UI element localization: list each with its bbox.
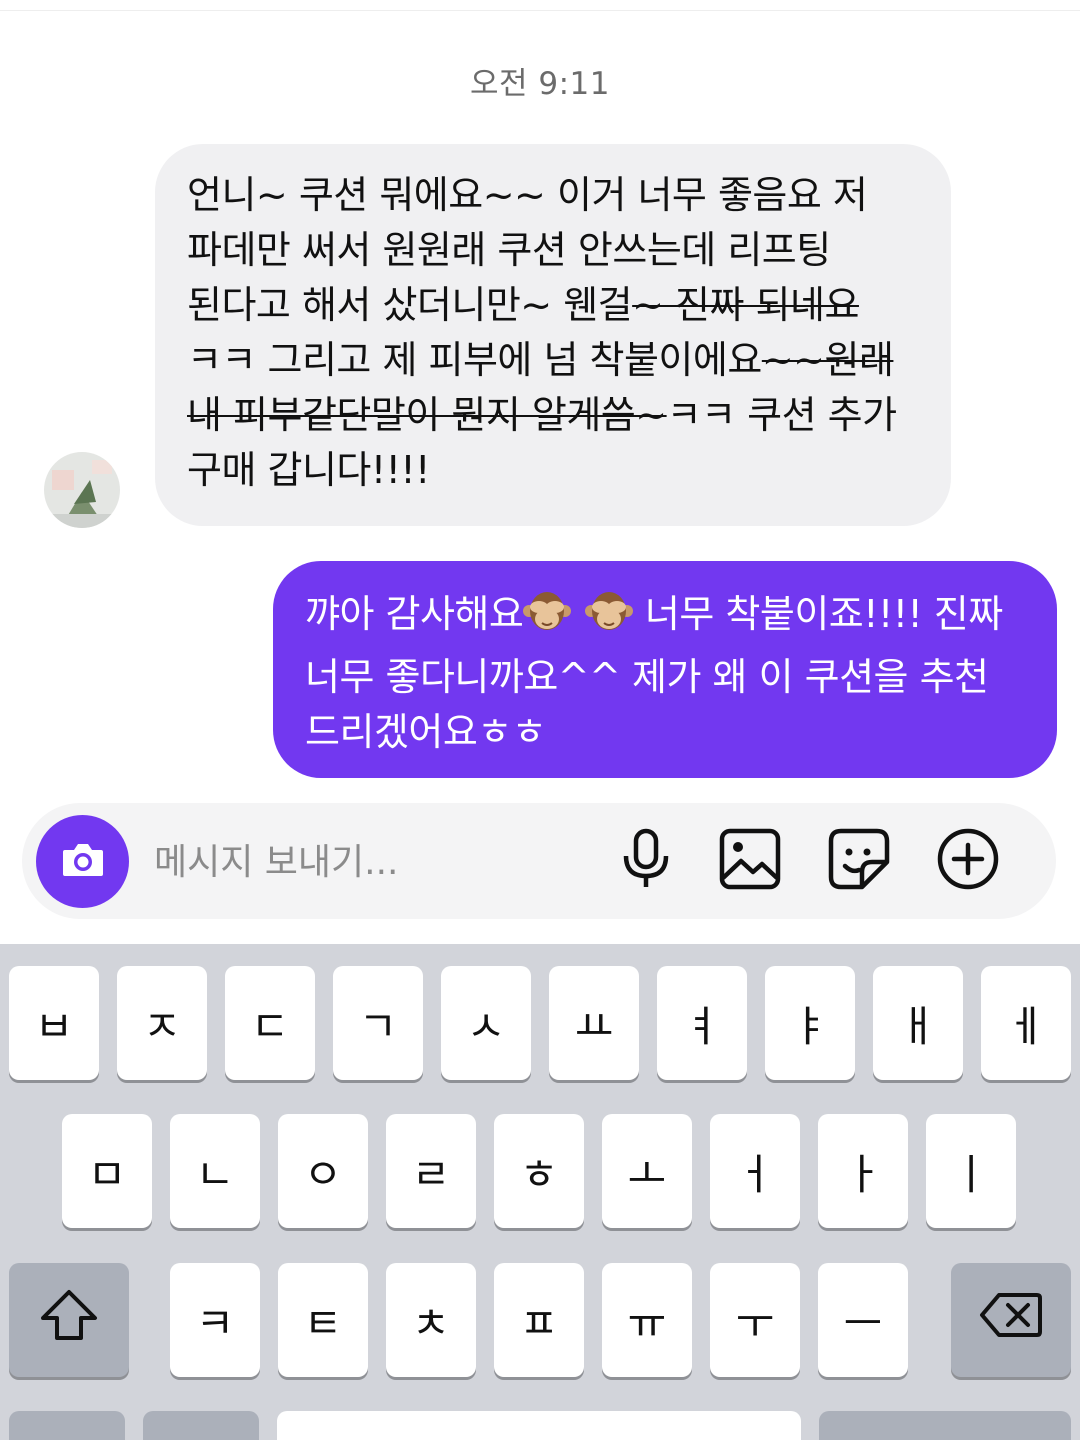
key[interactable]: ㅍ [494,1263,584,1377]
key[interactable]: ㅂ [9,966,99,1080]
sticker-icon [828,828,890,894]
key[interactable]: ㅣ [926,1114,1016,1228]
key[interactable]: ㅑ [765,966,855,1080]
status-bar-edge [0,0,1080,11]
shift-key[interactable] [9,1263,129,1377]
backspace-key[interactable] [951,1263,1071,1377]
see-no-evil-monkey-icon [585,589,634,650]
key[interactable]: ㅔ [981,966,1071,1080]
message-input[interactable] [152,831,596,893]
key[interactable]: ㄴ [170,1114,260,1228]
incoming-message-bubble[interactable]: 언니~ 쿠션 뭐에요~~ 이거 너무 좋음요 저 파데만 써서 원원래 쿠션 안… [155,144,951,526]
more-options-button[interactable] [934,827,1002,895]
key[interactable]: ㅎ [494,1114,584,1228]
key[interactable]: ㅏ [818,1114,908,1228]
gallery-button[interactable] [716,827,784,895]
sticker-button[interactable] [825,827,893,895]
outgoing-message-text: 꺄아 감사해요 너무 착붙이죠!!!! 진짜 너무 좋다니까요^^ 제가 왜 이… [305,587,1031,760]
image-icon [719,828,781,894]
key[interactable]: ㅅ [441,966,531,1080]
see-no-evil-monkey-icon [523,589,572,650]
backspace-icon [979,1291,1043,1349]
incoming-message-text: 언니~ 쿠션 뭐에요~~ 이거 너무 좋음요 저 파데만 써서 원원래 쿠션 안… [187,173,897,492]
key[interactable]: ㄹ [386,1114,476,1228]
key[interactable]: ㅗ [602,1114,692,1228]
outgoing-message-bubble[interactable]: 꺄아 감사해요 너무 착붙이죠!!!! 진짜 너무 좋다니까요^^ 제가 왜 이… [273,561,1057,778]
key[interactable]: ㅊ [386,1263,476,1377]
message-composer [22,803,1056,919]
shift-icon [39,1288,99,1352]
key[interactable]: ㅠ [602,1263,692,1377]
key[interactable]: ㄷ [225,966,315,1080]
key[interactable]: ㅓ [710,1114,800,1228]
key[interactable]: ㅋ [170,1263,260,1377]
key[interactable]: ㅈ [117,966,207,1080]
korean-keyboard: ㅂ ㅈ ㄷ ㄱ ㅅ ㅛ ㅕ ㅑ ㅐ ㅔ ㅁ ㄴ ㅇ ㄹ ㅎ ㅗ ㅓ ㅏ ㅣ ㅋ … [0,944,1080,1440]
microphone-button[interactable] [612,827,680,895]
return-key[interactable] [819,1411,1071,1440]
sender-avatar[interactable] [44,452,120,528]
plus-circle-icon [936,827,1000,895]
key[interactable]: ㄱ [333,966,423,1080]
key[interactable]: ㅜ [710,1263,800,1377]
numbers-key[interactable] [9,1411,125,1440]
globe-key[interactable] [143,1411,259,1440]
camera-icon [61,840,105,884]
space-key[interactable] [277,1411,801,1440]
microphone-icon [621,828,671,894]
key[interactable]: ㅕ [657,966,747,1080]
key[interactable]: ㅇ [278,1114,368,1228]
camera-button[interactable] [36,815,129,908]
key[interactable]: ㅛ [549,966,639,1080]
key[interactable]: ㅡ [818,1263,908,1377]
key[interactable]: ㅐ [873,966,963,1080]
key[interactable]: ㅁ [62,1114,152,1228]
message-timestamp: 오전 9:11 [469,66,610,102]
key[interactable]: ㅌ [278,1263,368,1377]
